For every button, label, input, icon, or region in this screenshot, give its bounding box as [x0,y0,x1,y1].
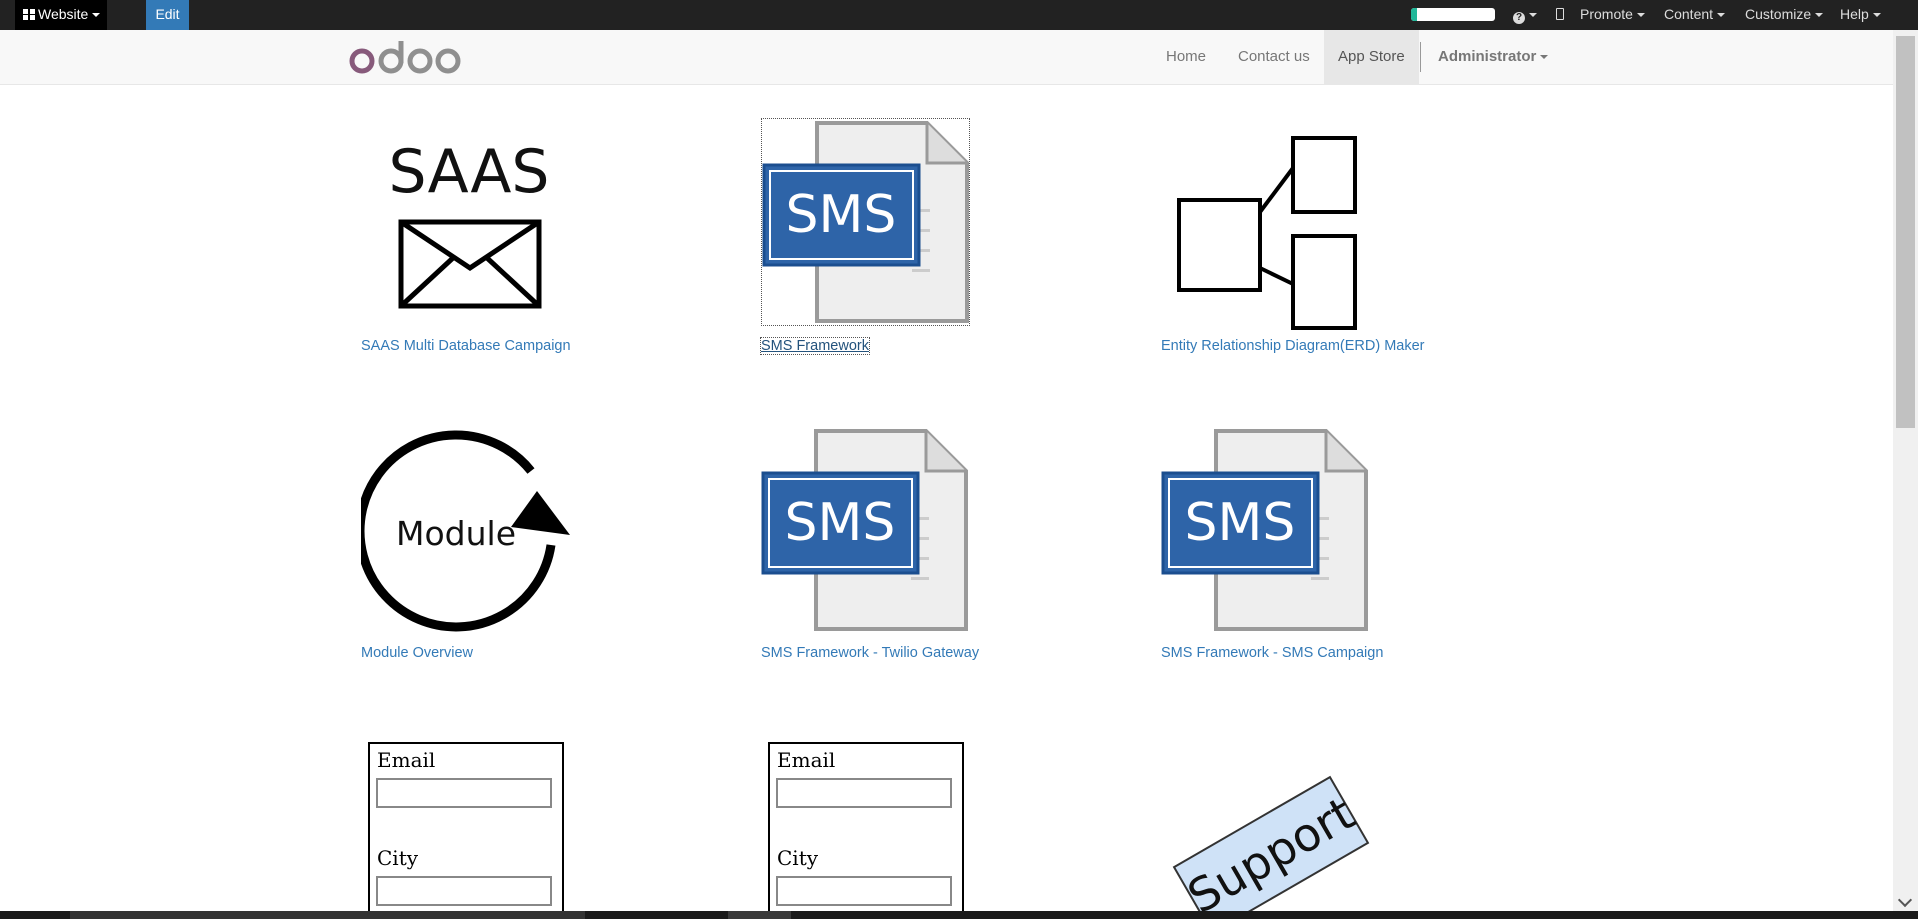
scroll-down-arrow-icon[interactable] [1897,892,1913,908]
admin-topbar: Website Edit ? Promote Content Customize… [0,0,1918,30]
module-name-link[interactable]: Module Overview [361,645,473,661]
nav-divider [1420,42,1421,72]
nav-user-menu[interactable]: Administrator [1424,30,1562,84]
nav-contact[interactable]: Contact us [1224,30,1324,84]
edit-button[interactable]: Edit [146,0,189,30]
sms-document-icon[interactable]: SMS [761,118,970,326]
page-scrollbar[interactable] [1893,30,1918,911]
city-label: City [777,846,819,870]
chevron-down-icon [1815,13,1824,18]
module-name-link[interactable]: SMS Framework - SMS Campaign [1161,645,1383,661]
sms-text: SMS [1185,493,1296,553]
content-label: Content [1664,6,1714,22]
chevron-down-icon [1529,13,1537,18]
saas-text: SAAS [388,137,549,207]
chevron-down-icon [1717,13,1726,18]
nav-app-store-label: App Store [1338,48,1405,65]
help-label: Help [1840,6,1869,22]
module-name-link[interactable]: SMS Framework - Twilio Gateway [761,645,979,661]
module-name-link[interactable]: SAAS Multi Database Campaign [361,338,571,354]
scrollbar-thumb[interactable] [1896,36,1915,428]
promote-menu[interactable]: Promote [1580,0,1645,30]
form-fields-icon[interactable]: Email City [761,735,971,911]
sms-document-icon[interactable]: SMS [761,427,971,637]
mobile-icon [1556,8,1564,20]
nav-user-label: Administrator [1438,48,1537,65]
customize-menu[interactable]: Customize [1745,0,1824,30]
module-cycle-icon[interactable]: Module [355,427,571,637]
nav-contact-label: Contact us [1238,48,1310,65]
sms-text: SMS [786,185,897,245]
email-label: Email [777,748,835,772]
question-circle-icon: ? [1513,12,1525,24]
saas-envelope-icon[interactable]: SAAS [361,120,571,330]
module-grid: SAAS SAAS Multi Database Campaign SMS SM… [0,85,1893,911]
website-menu-button[interactable]: Website [15,0,107,30]
bottom-segment [728,911,791,919]
chevron-down-icon [1540,55,1549,60]
bottom-strip [0,911,1918,919]
nav-home[interactable]: Home [1152,30,1220,84]
apps-grid-icon [23,9,35,20]
nav-app-store[interactable]: App Store [1324,30,1419,84]
erd-diagram-icon[interactable] [1161,120,1371,330]
main-navbar: Home Contact us App Store Administrator [0,30,1893,85]
content-menu[interactable]: Content [1664,0,1726,30]
progress-bar [1411,8,1495,21]
progress-fill [1411,8,1417,21]
customize-label: Customize [1745,6,1812,22]
nav-home-label: Home [1166,48,1207,65]
email-label: Email [377,748,435,772]
help-menu[interactable]: Help [1840,0,1881,30]
website-menu-label: Website [38,6,89,22]
module-name-link[interactable]: SMS Framework [760,337,870,355]
help-question-button[interactable]: ? [1513,0,1537,30]
city-label: City [377,846,419,870]
promote-label: Promote [1580,6,1633,22]
module-name-link[interactable]: Entity Relationship Diagram(ERD) Maker [1161,338,1425,354]
module-text: Module [396,514,516,553]
mobile-preview-button[interactable] [1556,0,1564,30]
chevron-down-icon [1872,13,1881,18]
sms-document-icon[interactable]: SMS [1161,427,1371,637]
chevron-down-icon [1636,13,1645,18]
support-tag-icon[interactable]: Support [1161,735,1371,911]
sms-text: SMS [785,493,896,553]
bottom-segment [70,911,585,919]
form-fields-icon[interactable]: Email City [361,735,571,911]
odoo-logo-svg [349,41,461,74]
edit-button-label: Edit [155,6,180,22]
chevron-down-icon [92,13,101,18]
odoo-logo[interactable] [349,39,461,77]
